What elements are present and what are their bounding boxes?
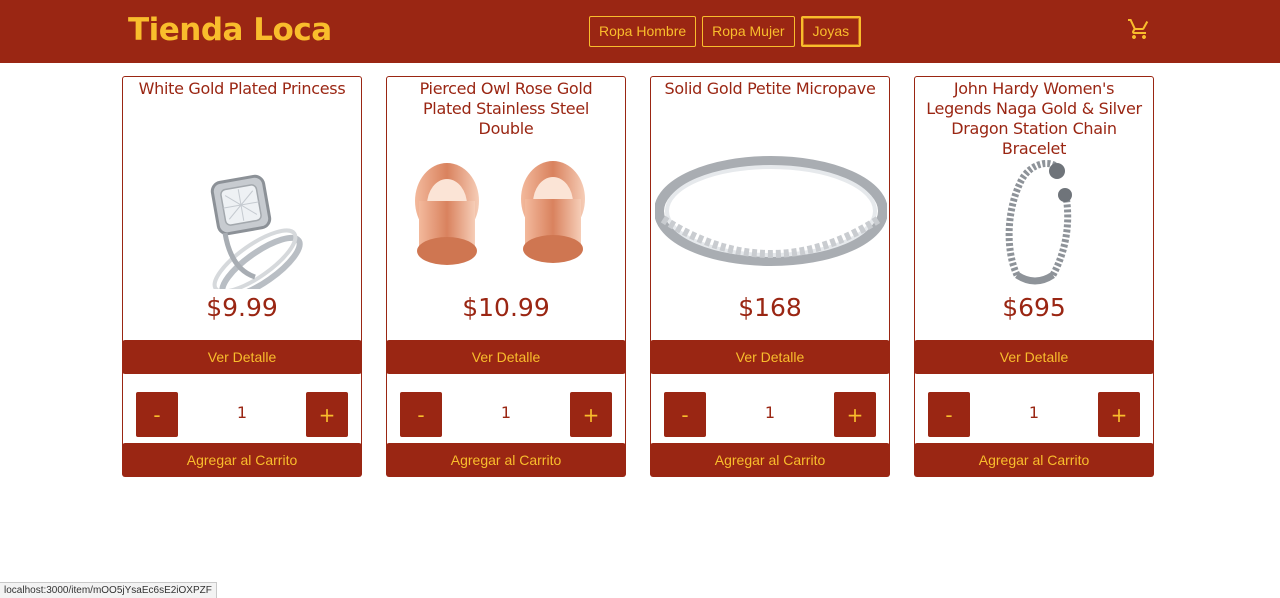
add-to-cart-button[interactable]: Agregar al Carrito	[914, 443, 1154, 477]
band-image[interactable]	[655, 149, 887, 289]
product-title[interactable]: White Gold Plated Princess	[131, 79, 353, 99]
status-bar-url: localhost:3000/item/mOO5jYsaEc6sE2iOXPZF	[0, 582, 217, 598]
increase-quantity-button[interactable]: +	[570, 392, 612, 437]
product-title[interactable]: John Hardy Women's Legends Naga Gold & S…	[923, 79, 1145, 159]
product-title[interactable]: Pierced Owl Rose Gold Plated Stainless S…	[395, 79, 617, 139]
add-to-cart-button[interactable]: Agregar al Carrito	[650, 443, 890, 477]
product-price: $695	[1002, 293, 1066, 322]
view-detail-button[interactable]: Ver Detalle	[914, 340, 1154, 374]
add-to-cart-button[interactable]: Agregar al Carrito	[122, 443, 362, 477]
increase-quantity-button[interactable]: +	[1098, 392, 1140, 437]
plugs-image[interactable]	[407, 149, 607, 289]
top-navbar: Tienda Loca Ropa Hombre Ropa Mujer Joyas	[0, 0, 1280, 63]
quantity-stepper: - 1 +	[123, 386, 361, 442]
product-price: $10.99	[462, 293, 550, 322]
brand-logo[interactable]: Tienda Loca	[128, 12, 332, 48]
nav-ropa-hombre[interactable]: Ropa Hombre	[589, 16, 697, 47]
quantity-value: 1	[500, 403, 512, 422]
product-price: $9.99	[206, 293, 278, 322]
decrease-quantity-button[interactable]: -	[400, 392, 442, 437]
product-price: $168	[738, 293, 802, 322]
decrease-quantity-button[interactable]: -	[928, 392, 970, 437]
quantity-value: 1	[764, 403, 776, 422]
quantity-value: 1	[236, 403, 248, 422]
product-card: Pierced Owl Rose Gold Plated Stainless S…	[386, 76, 626, 477]
category-nav: Ropa Hombre Ropa Mujer Joyas	[589, 16, 862, 47]
bracelet-image[interactable]	[935, 149, 1135, 289]
quantity-stepper: - 1 +	[651, 386, 889, 442]
quantity-stepper: - 1 +	[915, 386, 1153, 442]
product-card: Solid Gold Petite Micropave $168 Ver Det…	[650, 76, 890, 477]
product-card: White Gold Plated Princess $9.99 Ver Det…	[122, 76, 362, 477]
product-card: John Hardy Women's Legends Naga Gold & S…	[914, 76, 1154, 477]
product-title[interactable]: Solid Gold Petite Micropave	[659, 79, 881, 99]
view-detail-button[interactable]: Ver Detalle	[122, 340, 362, 374]
decrease-quantity-button[interactable]: -	[664, 392, 706, 437]
ring-image[interactable]	[143, 149, 343, 289]
nav-ropa-mujer[interactable]: Ropa Mujer	[702, 16, 795, 47]
decrease-quantity-button[interactable]: -	[136, 392, 178, 437]
quantity-value: 1	[1028, 403, 1040, 422]
increase-quantity-button[interactable]: +	[834, 392, 876, 437]
add-to-cart-button[interactable]: Agregar al Carrito	[386, 443, 626, 477]
view-detail-button[interactable]: Ver Detalle	[386, 340, 626, 374]
nav-joyas[interactable]: Joyas	[800, 16, 862, 47]
increase-quantity-button[interactable]: +	[306, 392, 348, 437]
view-detail-button[interactable]: Ver Detalle	[650, 340, 890, 374]
quantity-stepper: - 1 +	[387, 386, 625, 442]
shopping-cart-icon[interactable]	[1127, 17, 1151, 41]
